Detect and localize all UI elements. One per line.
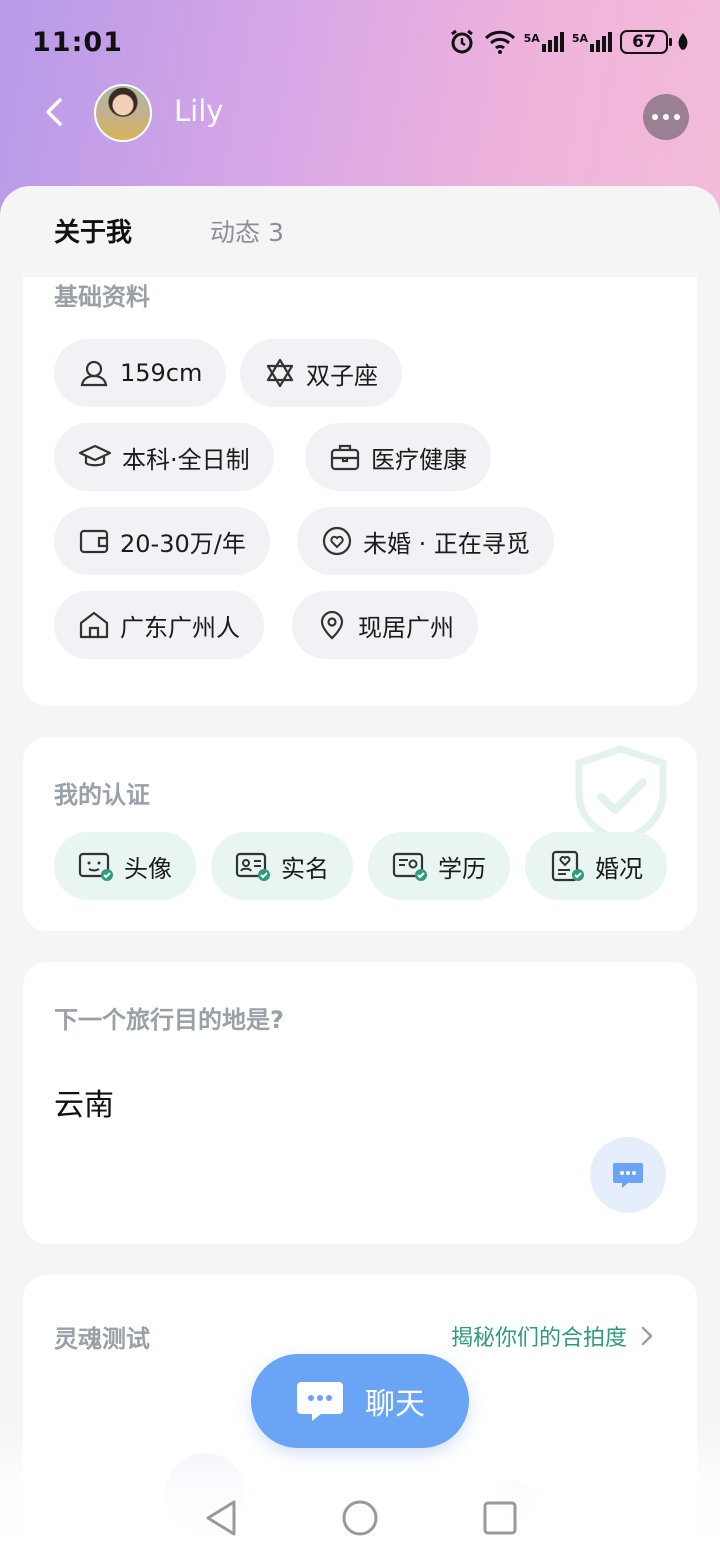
travel-card: 下一个旅行目的地是? 云南: [23, 962, 697, 1244]
status-icons: 5A 5A 67: [448, 28, 690, 56]
marital-chip: 未婚 · 正在寻觅: [297, 507, 554, 575]
chevron-left-icon: [46, 98, 62, 126]
chat-button-label: 聊天: [365, 1387, 425, 1422]
income-label: 20-30万/年: [120, 529, 246, 558]
certification-title: 我的认证: [54, 781, 150, 809]
industry-label: 医疗健康: [371, 445, 467, 474]
status-time: 11:01: [32, 26, 123, 58]
industry-chip: 医疗健康: [305, 423, 491, 491]
more-dot-icon: [663, 114, 669, 120]
heart-circle-icon: [322, 526, 352, 556]
tab-moments[interactable]: 动态 3: [210, 213, 284, 249]
profile-sheet: 关于我 动态 3 基础资料 159cm 双子座 本科·全日制 医疗健康 20-3…: [0, 186, 720, 1549]
education-chip: 本科·全日制: [54, 423, 274, 491]
basic-info-title: 基础资料: [54, 283, 150, 311]
height-chip: 159cm: [54, 339, 227, 407]
tab-bar: 关于我 动态 3: [54, 212, 284, 249]
education-label: 本科·全日制: [122, 445, 250, 474]
shield-check-icon: [575, 745, 667, 845]
briefcase-icon: [330, 444, 360, 471]
cert-avatar-chip[interactable]: 头像: [54, 832, 196, 900]
comment-button[interactable]: [590, 1137, 666, 1213]
wallet-icon: [79, 529, 109, 554]
basic-info-card: 基础资料 159cm 双子座 本科·全日制 医疗健康 20-30万/年 未婚 ·…: [23, 277, 697, 706]
location-pin-icon: [320, 610, 344, 640]
travel-question: 下一个旅行目的地是?: [54, 1006, 284, 1034]
avatar[interactable]: [94, 84, 152, 142]
certification-card: 我的认证 头像 实名 学历 婚况: [23, 737, 697, 931]
house-icon: [79, 611, 109, 639]
back-button[interactable]: [36, 94, 72, 130]
more-options-button[interactable]: [643, 94, 689, 140]
chat-bubble-icon: [297, 1382, 343, 1421]
signal-icon: 5A: [524, 32, 564, 52]
alarm-icon: [450, 29, 473, 54]
tab-about-me[interactable]: 关于我: [54, 212, 132, 249]
chevron-right-icon: [641, 1326, 653, 1346]
marriage-doc-icon: [551, 850, 584, 882]
status-bar: 11:01 5A 5A 67: [0, 0, 720, 84]
nav-recents-icon[interactable]: [482, 1498, 518, 1538]
more-dot-icon: [652, 114, 658, 120]
residence-label: 现居广州: [358, 613, 454, 642]
cert-realname-chip[interactable]: 实名: [211, 832, 353, 900]
face-card-icon: [78, 852, 113, 881]
soul-test-link[interactable]: 揭秘你们的合拍度: [451, 1320, 653, 1352]
marital-label: 未婚 · 正在寻觅: [363, 529, 530, 558]
travel-answer: 云南: [54, 1088, 114, 1123]
height-label: 159cm: [120, 359, 203, 387]
residence-chip: 现居广州: [292, 591, 478, 659]
cert-marriage-label: 婚况: [595, 854, 643, 883]
chat-button[interactable]: 聊天: [251, 1354, 469, 1448]
graduation-cap-icon: [78, 444, 112, 467]
star-of-david-icon: [266, 358, 294, 388]
zodiac-chip: 双子座: [240, 339, 402, 407]
soul-test-link-label: 揭秘你们的合拍度: [451, 1326, 628, 1351]
system-nav-bar: [0, 1490, 720, 1549]
cert-education-chip[interactable]: 学历: [368, 832, 510, 900]
user-name: Lily: [174, 94, 224, 128]
cert-realname-label: 实名: [281, 854, 329, 883]
wifi-icon: [484, 30, 515, 54]
cert-education-label: 学历: [438, 854, 486, 883]
hometown-chip: 广东广州人: [54, 591, 264, 659]
profile-page: 11:01 5A 5A 67 Lily 关于我 动态 3 基础资料 159cm …: [0, 0, 720, 1549]
chat-bubble-icon: [613, 1163, 643, 1188]
leaf-icon: [678, 33, 688, 50]
diploma-icon: [392, 852, 427, 881]
battery-indicator: 67: [620, 30, 672, 54]
cert-marriage-chip[interactable]: 婚况: [525, 832, 667, 900]
person-icon: [80, 360, 108, 387]
soul-test-title: 灵魂测试: [54, 1325, 150, 1353]
nav-back-icon[interactable]: [204, 1498, 238, 1538]
income-chip: 20-30万/年: [54, 507, 270, 575]
profile-nav: Lily: [0, 84, 720, 142]
more-dot-icon: [674, 114, 680, 120]
cert-avatar-label: 头像: [124, 854, 172, 883]
signal-icon-2: 5A: [572, 32, 612, 52]
hometown-label: 广东广州人: [120, 613, 240, 642]
nav-home-icon[interactable]: [341, 1498, 379, 1538]
id-card-icon: [235, 852, 270, 881]
zodiac-label: 双子座: [306, 361, 378, 390]
